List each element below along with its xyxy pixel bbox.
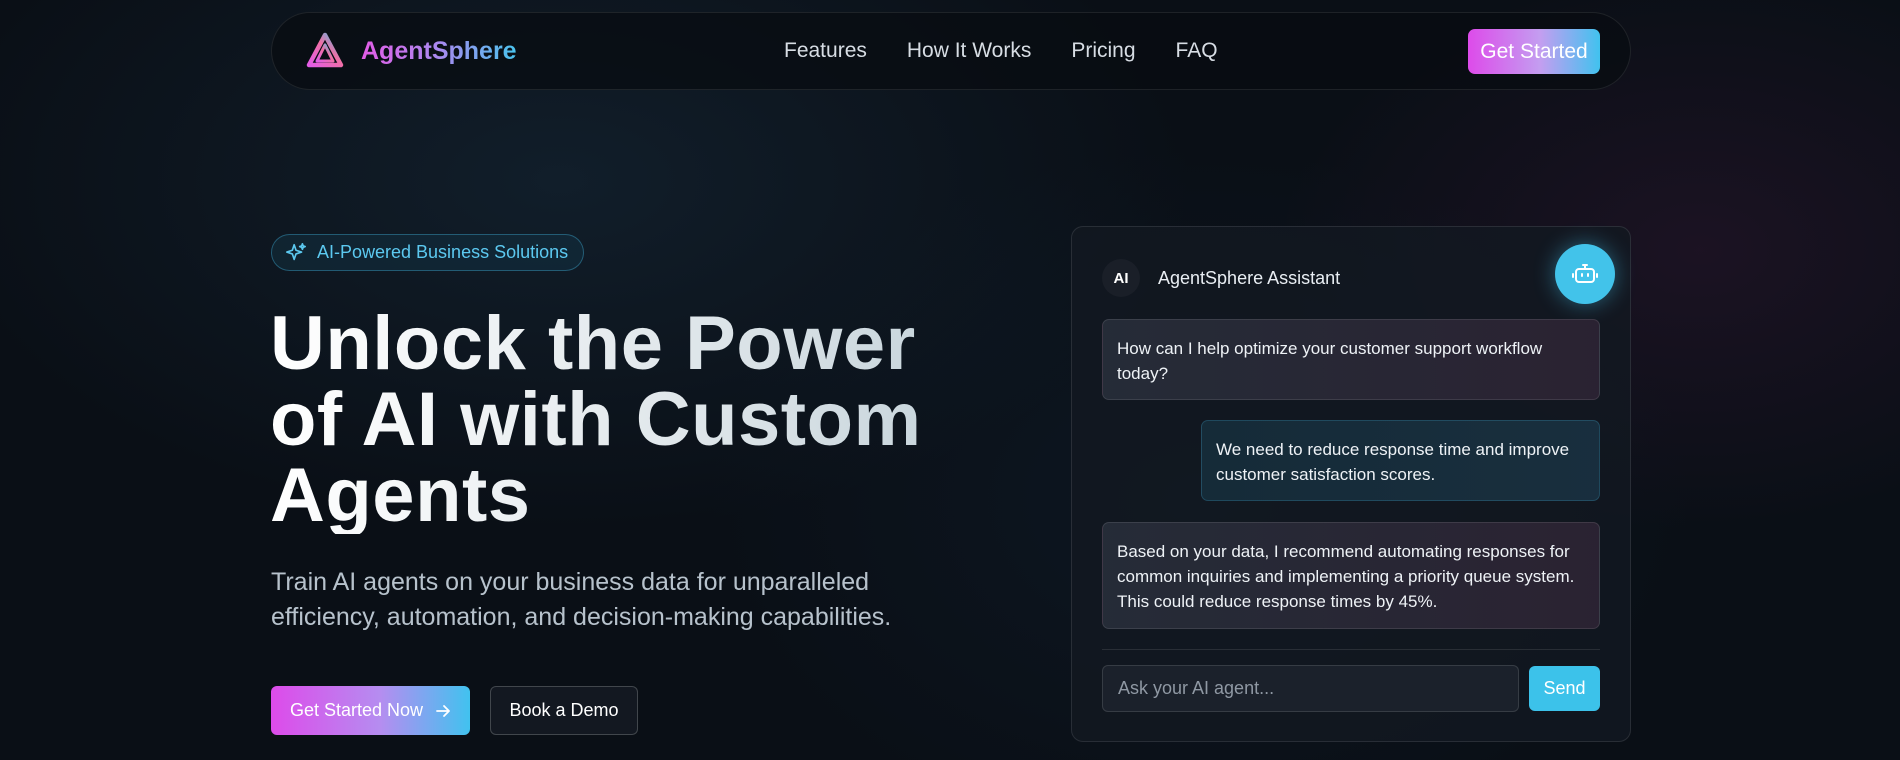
get-started-now-button[interactable]: Get Started Now [271, 686, 470, 735]
hero-headline: Unlock the Power of AI with Custom Agent… [270, 306, 970, 534]
chat-input[interactable] [1102, 665, 1519, 712]
triangle-logo-icon [306, 32, 344, 68]
hero-badge: AI-Powered Business Solutions [271, 234, 585, 271]
assistant-name: AgentSphere Assistant [1158, 267, 1341, 288]
nav-link-how-it-works[interactable]: How It Works [907, 39, 1031, 63]
get-started-now-label: Get Started Now [289, 700, 424, 720]
nav-link-pricing[interactable]: Pricing [1071, 39, 1135, 63]
ai-message: Based on your data, I recommend automati… [1102, 522, 1600, 629]
sparkles-icon [286, 242, 306, 260]
assistant-avatar: AI [1102, 259, 1140, 297]
send-button[interactable]: Send [1529, 666, 1600, 711]
navbar: AgentSphere Features How It Works Pricin… [271, 12, 1631, 90]
chat-header: AI AgentSphere Assistant [1102, 259, 1340, 297]
robot-icon [1572, 264, 1598, 283]
nav-link-features[interactable]: Features [784, 39, 867, 63]
ai-message: How can I help optimize your customer su… [1102, 319, 1600, 400]
brand[interactable]: AgentSphere [305, 31, 517, 71]
chat-widget: AI AgentSphere Assistant How can I help … [1071, 226, 1631, 742]
arrow-right-icon [436, 704, 450, 717]
get-started-button[interactable]: Get Started [1468, 29, 1600, 74]
brand-name: AgentSphere [361, 36, 517, 65]
nav-link-faq[interactable]: FAQ [1176, 39, 1218, 63]
user-message: We need to reduce response time and impr… [1201, 420, 1600, 501]
hero-subheading: Train AI agents on your business data fo… [271, 568, 892, 631]
book-demo-button[interactable]: Book a Demo [490, 686, 638, 735]
badge-label: AI-Powered Business Solutions [317, 242, 569, 262]
robot-button[interactable] [1555, 244, 1615, 304]
chat-divider [1102, 649, 1600, 650]
nav-links: Features How It Works Pricing FAQ [784, 39, 1218, 63]
